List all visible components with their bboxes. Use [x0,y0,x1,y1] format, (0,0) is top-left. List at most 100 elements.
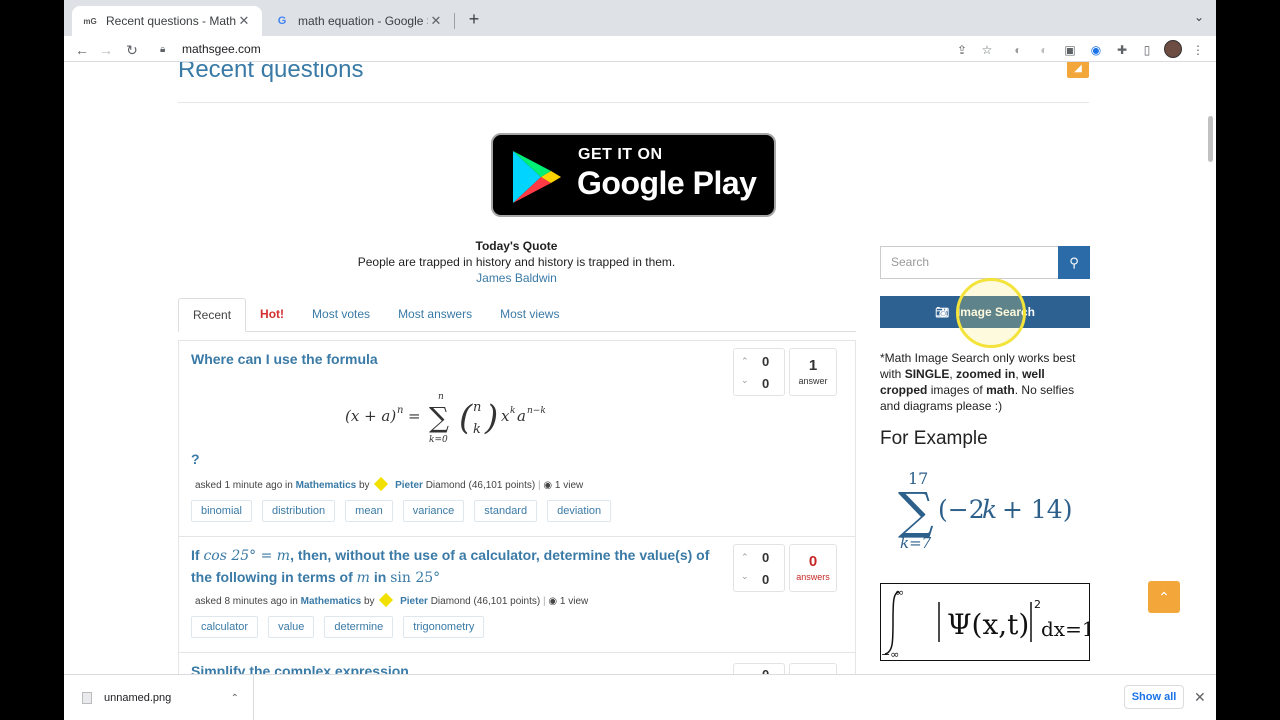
answer-count-box: 0 answers [789,544,837,592]
view-count: 1 view [554,480,584,491]
google-favicon: G [277,15,287,27]
user-badge-icon [374,476,389,492]
user-badge-icon [379,592,394,608]
user-link[interactable]: Pieter [395,480,423,491]
quote-title: Today's Quote [475,239,558,253]
tag[interactable]: variance [402,500,465,522]
menu-kebab-icon[interactable]: ⋮ [1190,42,1206,58]
google-play-badge[interactable]: GET IT ON Google Play [491,133,776,217]
question-title-link[interactable]: Simplify the complex expression [191,661,409,674]
profile-avatar[interactable] [1164,40,1182,58]
svg-text:(x + a): (x + a) [345,407,396,425]
extension-icon[interactable]: ▣ [1062,42,1078,58]
cursor-highlight [956,278,1026,348]
notice-text: images of [930,383,983,397]
svg-text:k: k [473,422,481,437]
file-icon [82,692,92,704]
todays-quote: Today's Quote People are trapped in hist… [224,238,809,286]
answer-count: 1 [808,357,818,374]
tag[interactable]: distribution [261,500,336,522]
tag[interactable]: calculator [191,616,259,638]
close-tab-icon[interactable]: ✕ [236,13,252,29]
notice-bold: zoomed in [956,367,1016,381]
question-item: Simplify the complex expression 0 [179,653,855,674]
image-search-notice: *Math Image Search only works best with … [880,350,1095,414]
svg-text:Ψ(x,t): Ψ(x,t) [947,608,1029,641]
browser-toolbar: ← → ↻ 🔒︎ mathsgee.com ⇪ ☆ ◐ ◐ ▣ ◉ ✚ ▯ ⋮ [64,36,1216,62]
search-button[interactable]: ⚲ [1058,246,1090,279]
question-meta: asked 1 minute ago in Mathematics by Pie… [195,476,584,492]
close-tab-icon[interactable]: ✕ [428,13,444,29]
scroll-to-top-button[interactable]: ⌃ [1148,581,1180,613]
reload-icon[interactable]: ↻ [122,40,142,60]
user-link[interactable]: Pieter [400,596,428,607]
bookmark-star-icon[interactable]: ☆ [979,42,995,58]
tag[interactable]: deviation [547,500,612,522]
tag[interactable]: standard [474,500,538,522]
eye-icon: ◉ [543,480,553,491]
upvote-icon[interactable]: ⌃ [741,356,749,367]
extensions-puzzle-icon[interactable]: ✚ [1114,42,1130,58]
rss-icon[interactable]: ◢ [1067,62,1089,78]
question-title-link[interactable]: If cos 25° = m, then, without the use of… [191,545,711,589]
extension-icon[interactable]: ◉ [1088,42,1104,58]
tab-google-search[interactable]: G math equation - Google Search ✕ [264,6,454,36]
search-input[interactable]: Search [880,246,1058,279]
forward-icon[interactable]: → [96,40,116,60]
tab-most-votes[interactable]: Most votes [298,298,384,332]
side-panel-icon[interactable]: ▯ [1139,42,1155,58]
chevron-up-icon[interactable]: ⌃ [231,693,239,704]
title-math: m [356,570,370,586]
tab-hot[interactable]: Hot! [246,298,298,332]
close-icon[interactable]: ✕ [1194,689,1206,706]
downvote-icon[interactable]: ⌄ [741,571,749,582]
user-points: Diamond (46,101 points) [430,596,541,607]
category-link[interactable]: Mathematics [296,480,357,491]
vote-box: ⌃ 0 ⌄ 0 [733,544,785,592]
svg-text:∑: ∑ [898,482,934,540]
tab-mathsgee[interactable]: mG Recent questions - MathsGee ✕ [72,6,262,36]
address-bar[interactable]: 🔒︎ mathsgee.com [152,38,992,60]
new-tab-button[interactable]: + [462,8,486,32]
svg-text:(−2: (−2 [938,495,985,524]
downvote-count: 0 [762,572,770,587]
tag[interactable]: determine [324,616,394,638]
tag[interactable]: trigonometry [403,616,485,638]
extension-icon[interactable]: ◐ [1010,42,1026,58]
download-bar: unnamed.png ⌃ Show all ✕ [64,674,1216,720]
question-list: Where can I use the formula (x + a) n = … [178,340,856,674]
play-badge-small-text: GET IT ON [578,146,663,163]
tab-search-icon[interactable]: ⌄ [1194,10,1204,24]
asked-time: asked 1 minute ago in [195,480,293,491]
search-icon: ⚲ [1069,255,1079,270]
download-item[interactable]: unnamed.png ⌃ [64,675,254,720]
svg-text:∑: ∑ [429,401,449,434]
notice-bold: SINGLE [904,367,950,381]
quote-author-link[interactable]: James Baldwin [224,270,809,286]
tag[interactable]: binomial [191,500,252,522]
show-all-button[interactable]: Show all [1124,685,1184,709]
svg-text:+ 14): + 14) [1002,495,1072,524]
asked-time: asked 8 minutes ago in [195,596,298,607]
back-icon[interactable]: ← [72,40,92,60]
upvote-icon[interactable]: ⌃ [741,552,749,563]
svg-text:k: k [982,495,997,524]
question-title-trailing[interactable]: ? [191,449,200,470]
svg-text:=: = [408,407,421,425]
tag[interactable]: value [268,616,315,638]
extension-icon[interactable]: ◐ [1036,42,1052,58]
share-icon[interactable]: ⇪ [954,42,970,58]
category-link[interactable]: Mathematics [301,596,362,607]
tab-title: math equation - Google Search [298,14,428,28]
tab-most-views[interactable]: Most views [486,298,573,332]
question-title-link[interactable]: Where can I use the formula [191,349,378,370]
tag[interactable]: mean [345,500,393,522]
by-label: by [363,596,375,607]
scrollbar-thumb[interactable] [1208,116,1213,162]
address-text: mathsgee.com [182,42,261,56]
downvote-icon[interactable]: ⌄ [741,375,749,386]
divider [178,102,1089,103]
notice-text: , [1015,367,1019,381]
tab-recent[interactable]: Recent [178,298,247,332]
tab-most-answers[interactable]: Most answers [384,298,486,332]
